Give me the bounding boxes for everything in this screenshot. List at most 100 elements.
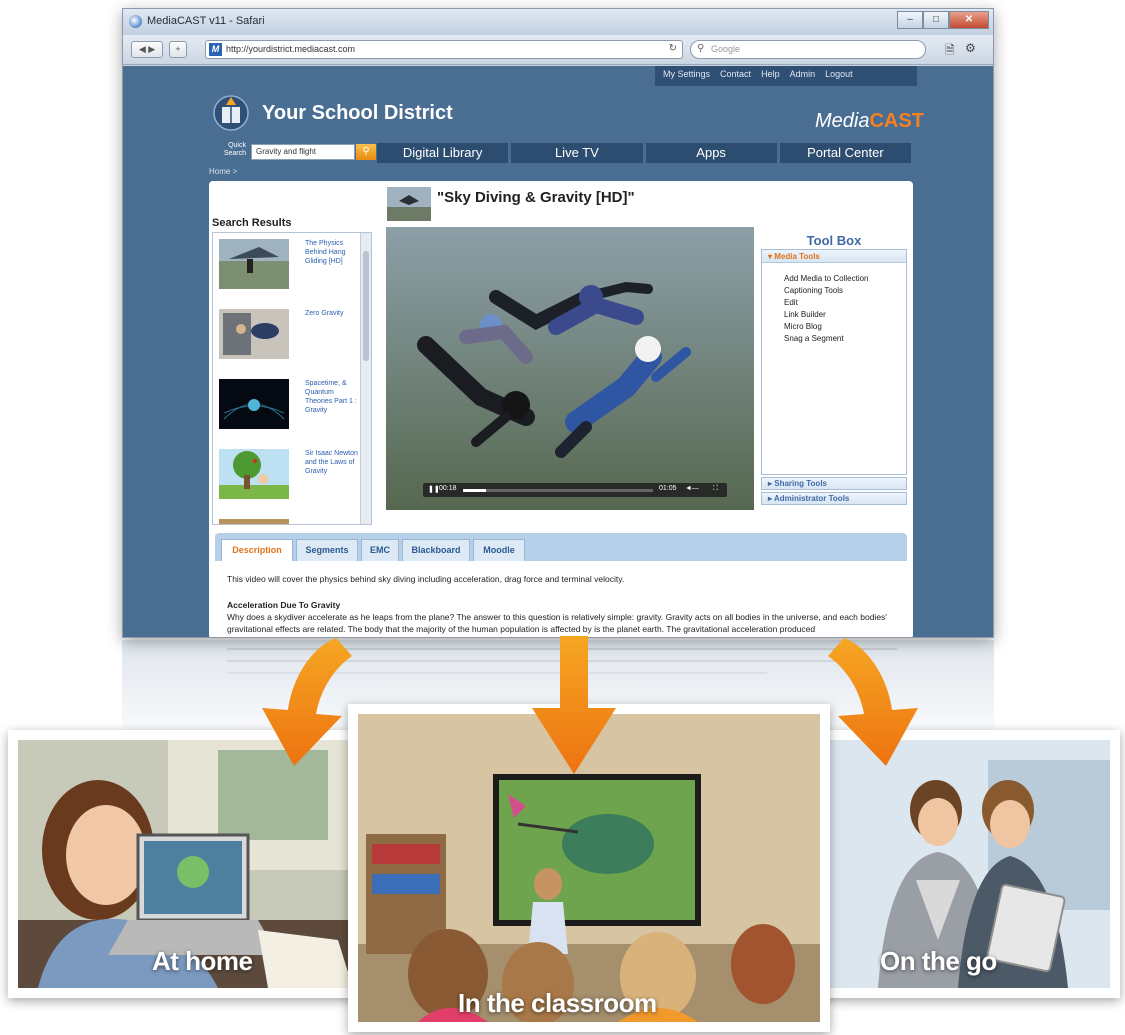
hang-glider-thumbnail <box>219 239 289 289</box>
search-icon: ⚲ <box>697 43 705 54</box>
link-my-settings[interactable]: My Settings <box>663 69 710 83</box>
add-bookmark-button[interactable]: + <box>169 41 187 58</box>
link-admin[interactable]: Admin <box>790 69 816 83</box>
volume-icon[interactable]: ◄— <box>685 485 699 492</box>
scrollbar-thumb[interactable] <box>363 251 369 361</box>
toolbox-title: Tool Box <box>806 233 862 248</box>
media-tools-header[interactable]: ▾ Media Tools <box>762 250 906 263</box>
time-current: 00:18 <box>439 485 457 492</box>
photo-at-home: At home <box>8 730 368 998</box>
link-logout[interactable]: Logout <box>825 69 853 83</box>
minimize-button[interactable]: – <box>897 11 923 29</box>
video-player[interactable]: ❚❚ 00:18 01:05 ◄— ⛶ <box>386 227 754 510</box>
browser-toolbar: ◀ ▶ + M http://yourdistrict.mediacast.co… <box>123 35 993 65</box>
photo-on-the-go: On the go <box>788 730 1120 998</box>
nav-portal-center[interactable]: Portal Center <box>779 143 911 163</box>
maximize-button[interactable]: □ <box>923 11 949 29</box>
safari-icon <box>129 15 142 28</box>
spacetime-thumbnail <box>219 379 289 429</box>
description-body: Why does a skydiver accelerate as he lea… <box>227 612 887 634</box>
arrow-down-icon <box>532 636 616 774</box>
video-thumbnail-icon <box>387 187 431 221</box>
list-item-title[interactable]: Zero Gravity <box>305 309 359 318</box>
window-buttons: – □ ✕ <box>897 11 989 29</box>
time-total: 01:05 <box>659 485 677 492</box>
main-nav: Digital Library Live TV Apps Portal Cent… <box>377 143 911 163</box>
list-item-title[interactable]: Spacetime, & Quantum Theories Part 1 : G… <box>305 379 359 415</box>
arrow-down-right-icon <box>828 638 918 766</box>
brand-part1: Media <box>815 110 870 132</box>
media-tools-label: Media Tools <box>774 252 820 261</box>
content-panel: Search Results The Physics Behind Hang G… <box>209 181 913 637</box>
sharing-tools-header[interactable]: ▸ Sharing Tools <box>761 477 907 490</box>
search-field[interactable]: ⚲ Google <box>690 40 926 59</box>
list-item[interactable] <box>213 513 361 524</box>
quick-search-button[interactable]: ⚲ <box>356 144 376 160</box>
tool-snag-segment[interactable]: Snag a Segment <box>784 333 906 345</box>
video-controls[interactable]: ❚❚ 00:18 01:05 ◄— ⛶ <box>423 483 727 497</box>
nav-live-tv[interactable]: Live TV <box>511 143 643 163</box>
fullscreen-icon[interactable]: ⛶ <box>713 485 718 493</box>
admin-tools-header[interactable]: ▸ Administrator Tools <box>761 492 907 505</box>
mediacast-logo: MediaCAST <box>815 110 924 133</box>
back-forward-buttons[interactable]: ◀ ▶ <box>131 41 163 58</box>
tool-link-builder[interactable]: Link Builder <box>784 309 906 321</box>
list-item[interactable]: Spacetime, & Quantum Theories Part 1 : G… <box>213 373 361 443</box>
title-bar: MediaCAST v11 - Safari – □ ✕ <box>123 9 993 35</box>
description-panel: This video will cover the physics behind… <box>227 573 897 635</box>
progress-track[interactable] <box>463 489 653 492</box>
search-results-title: Search Results <box>212 217 292 229</box>
sharing-tools-label: Sharing Tools <box>774 479 827 488</box>
favicon-icon: M <box>209 43 222 56</box>
list-item[interactable]: Sir Isaac Newton and the Laws of Gravity <box>213 443 361 513</box>
tab-description[interactable]: Description <box>221 539 293 561</box>
breadcrumb[interactable]: Home > <box>209 167 237 176</box>
at-home-image: At home <box>18 740 358 988</box>
school-name: Your School District <box>262 102 453 124</box>
next-result-thumbnail <box>219 519 289 524</box>
toolbox-panel: ▾ Media Tools Add Media to Collection Ca… <box>761 249 907 475</box>
pause-icon[interactable]: ❚❚ <box>428 485 440 493</box>
address-bar[interactable]: M http://yourdistrict.mediacast.com ↻ <box>205 40 683 59</box>
nav-apps[interactable]: Apps <box>645 143 777 163</box>
list-item-title[interactable]: Sir Isaac Newton and the Laws of Gravity <box>305 449 359 476</box>
search-results-list: The Physics Behind Hang Gliding [HD] Zer… <box>212 232 372 525</box>
mediacast-page: My Settings Contact Help Admin Logout Yo… <box>123 66 993 637</box>
zero-gravity-thumbnail <box>219 309 289 359</box>
tool-captioning[interactable]: Captioning Tools <box>784 285 906 297</box>
school-logo <box>213 95 249 131</box>
video-title: "Sky Diving & Gravity [HD]" <box>437 189 635 206</box>
list-item-title[interactable]: The Physics Behind Hang Gliding [HD] <box>305 239 359 266</box>
results-scrollbar[interactable] <box>360 233 371 524</box>
gear-icon[interactable]: ⚙ <box>965 41 976 55</box>
list-item[interactable]: The Physics Behind Hang Gliding [HD] <box>213 233 361 303</box>
tool-micro-blog[interactable]: Micro Blog <box>784 321 906 333</box>
at-home-caption: At home <box>152 946 253 976</box>
list-item[interactable]: Zero Gravity <box>213 303 361 373</box>
reload-icon[interactable]: ↻ <box>669 43 677 54</box>
arrow-down-left-icon <box>262 638 352 766</box>
tabs-bar: Description Segments EMC Blackboard Mood… <box>215 533 907 561</box>
tab-emc[interactable]: EMC <box>361 539 399 561</box>
quick-search-label: Quick Search <box>223 142 246 157</box>
quick-search-input[interactable]: Gravity and flight <box>251 144 355 160</box>
skydivers-video-frame <box>386 227 754 510</box>
nav-digital-library[interactable]: Digital Library <box>377 143 509 163</box>
link-contact[interactable]: Contact <box>720 69 751 83</box>
description-lead: This video will cover the physics behind… <box>227 574 625 584</box>
tab-segments[interactable]: Segments <box>296 539 358 561</box>
tab-moodle[interactable]: Moodle <box>473 539 525 561</box>
link-help[interactable]: Help <box>761 69 780 83</box>
description-heading: Acceleration Due To Gravity <box>227 600 341 610</box>
page-menu-icon[interactable]: 🗎 <box>945 41 955 62</box>
progress-fill <box>463 489 486 492</box>
admin-tools-label: Administrator Tools <box>773 494 850 503</box>
tool-edit[interactable]: Edit <box>784 297 906 309</box>
close-button[interactable]: ✕ <box>949 11 989 29</box>
on-the-go-image: On the go <box>798 740 1110 988</box>
top-links: My Settings Contact Help Admin Logout <box>655 66 917 86</box>
newton-thumbnail <box>219 449 289 499</box>
tool-add-media[interactable]: Add Media to Collection <box>784 273 906 285</box>
tab-blackboard[interactable]: Blackboard <box>402 539 470 561</box>
window-title: MediaCAST v11 - Safari <box>147 15 265 27</box>
